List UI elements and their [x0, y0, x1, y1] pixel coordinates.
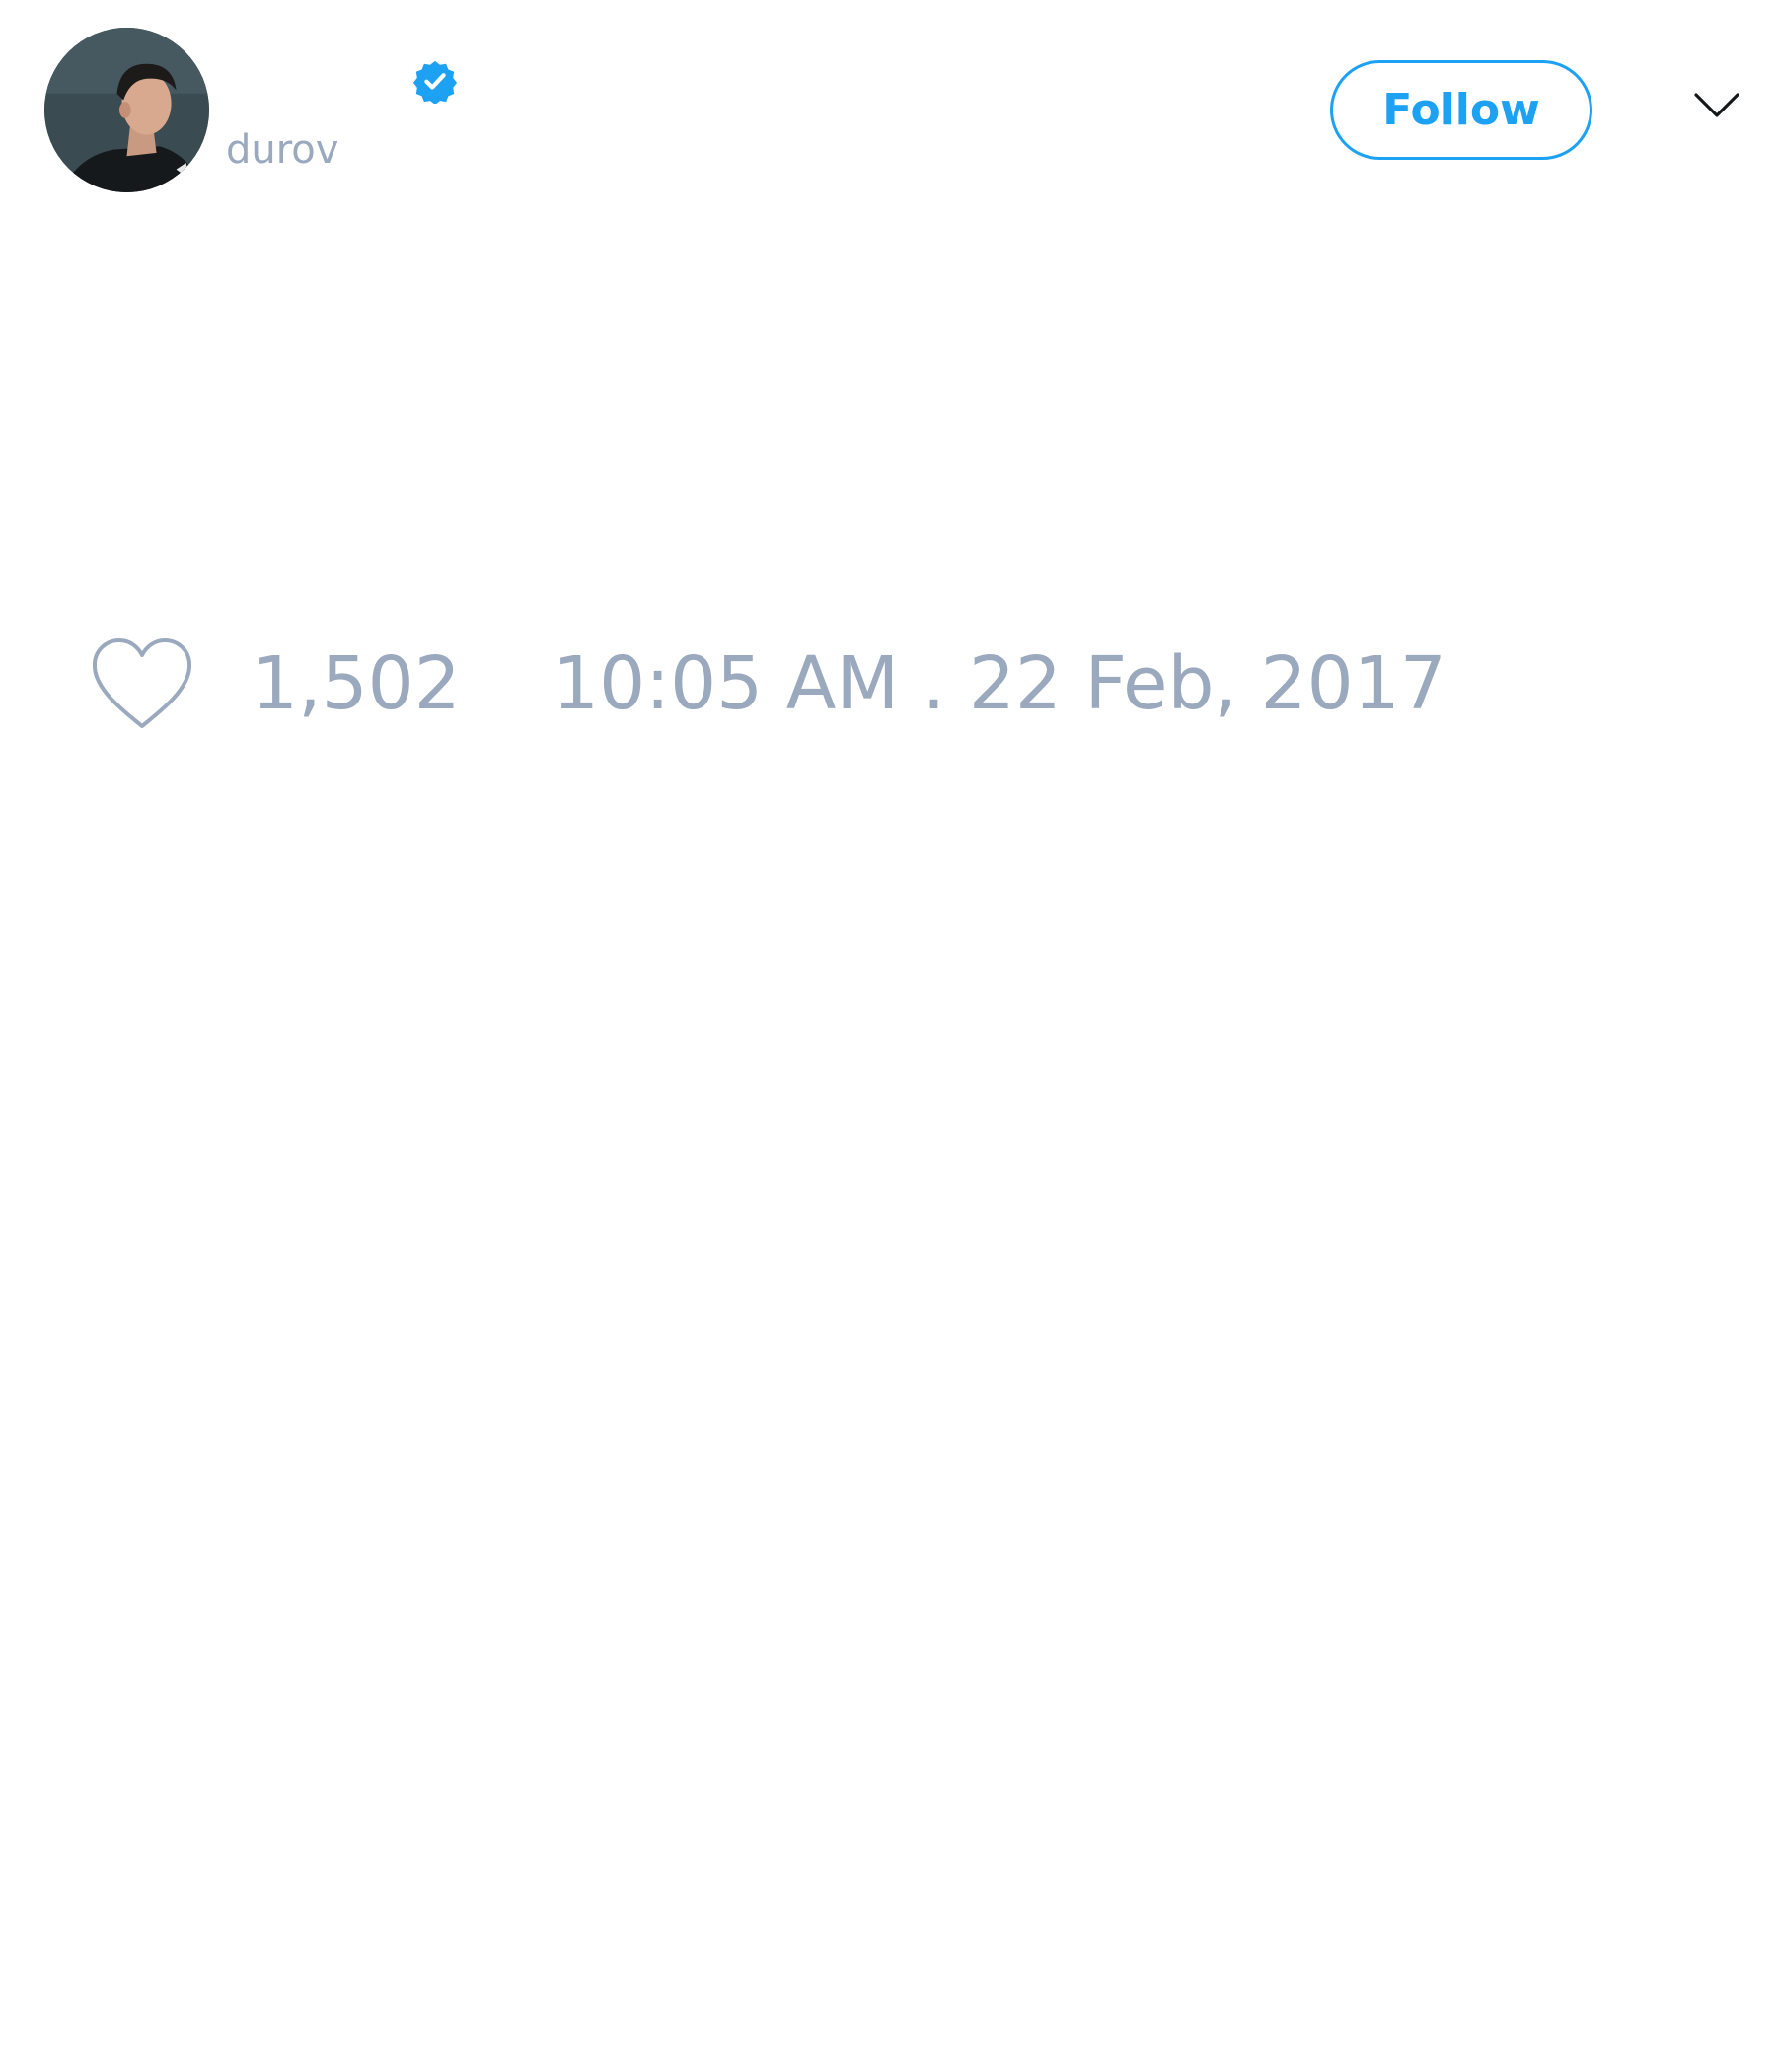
avatar[interactable]: [44, 28, 209, 192]
verified-badge-icon: [412, 58, 458, 104]
tweet-stats: 1,502 10:05 AM . 22 Feb, 2017: [0, 631, 1776, 740]
tweet-timestamp[interactable]: 10:05 AM . 22 Feb, 2017: [553, 639, 1446, 728]
tweet-card: durov Follow 1,502 10:05 AM . 22 Feb, 20…: [0, 0, 1776, 2072]
user-handle[interactable]: durov: [226, 126, 338, 174]
avatar-image: [44, 28, 209, 192]
heart-icon[interactable]: [90, 636, 194, 731]
chevron-down-icon[interactable]: [1693, 91, 1740, 120]
follow-button[interactable]: Follow: [1330, 60, 1592, 160]
like-count: 1,502: [252, 641, 461, 726]
